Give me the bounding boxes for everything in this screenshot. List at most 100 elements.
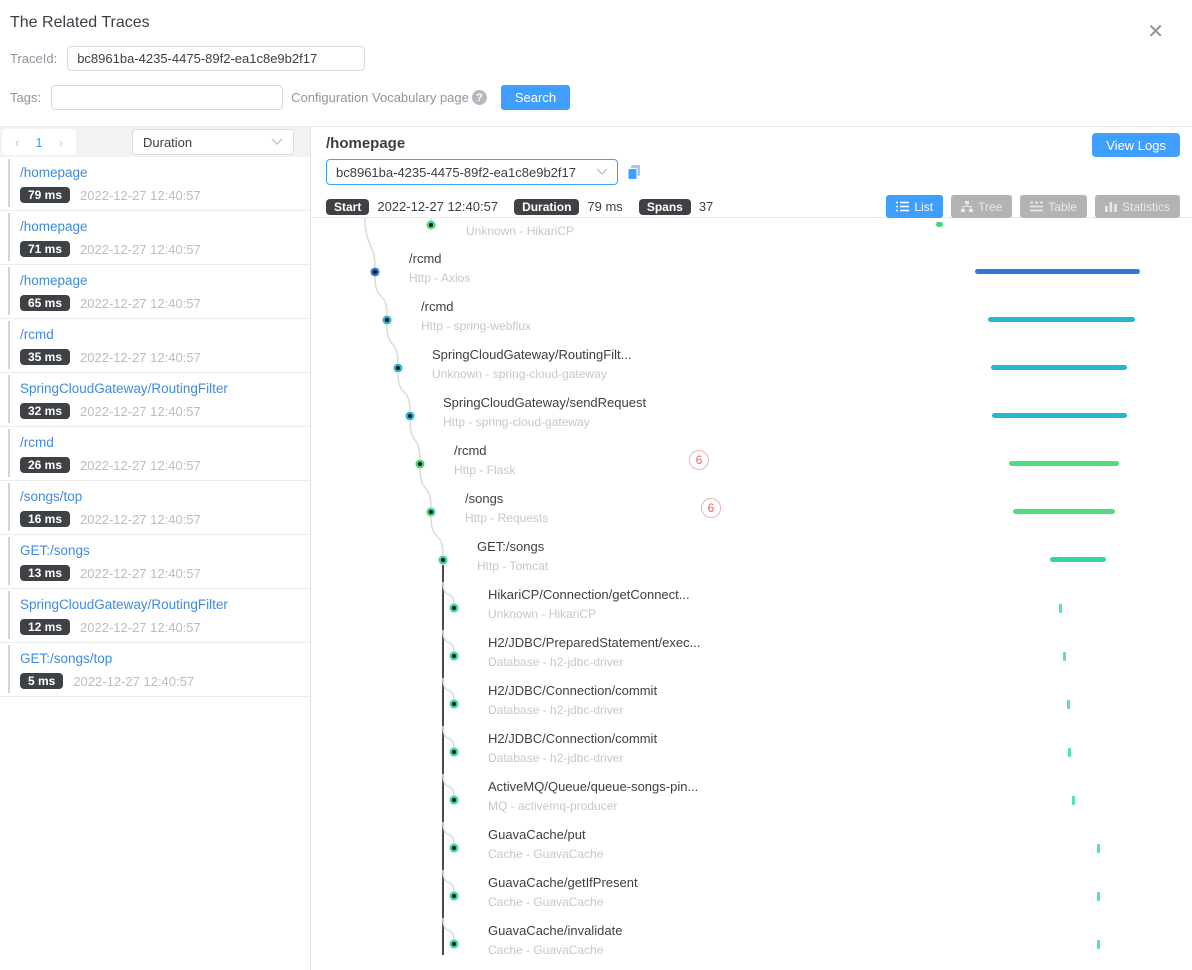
span-row[interactable]: SpringCloudGateway/sendRequestHttp - spr… bbox=[443, 395, 646, 429]
trace-sidebar: ‹ 1 › Duration /homepage 79 ms2022-12-27 … bbox=[0, 127, 311, 970]
help-icon[interactable]: ? bbox=[472, 90, 487, 105]
trace-title: /homepage bbox=[326, 135, 1180, 152]
span-dot-core bbox=[452, 606, 456, 610]
span-duration-tick bbox=[1063, 652, 1066, 661]
span-subtitle: Http - Axios bbox=[409, 271, 470, 285]
trace-link[interactable]: SpringCloudGateway/RoutingFilter bbox=[20, 381, 310, 396]
tab-tree[interactable]: Tree bbox=[951, 195, 1012, 218]
trace-meta: 65 ms2022-12-27 12:40:57 bbox=[20, 295, 310, 311]
trace-list-item[interactable]: /homepage71 ms2022-12-27 12:40:57 bbox=[0, 211, 310, 265]
span-name: /songs bbox=[465, 491, 548, 506]
trace-link[interactable]: SpringCloudGateway/RoutingFilter bbox=[20, 597, 310, 612]
trace-timestamp: 2022-12-27 12:40:57 bbox=[73, 674, 194, 689]
span-duration-bar bbox=[1050, 557, 1106, 562]
trace-meta: 12 ms2022-12-27 12:40:57 bbox=[20, 619, 310, 635]
start-value: 2022-12-27 12:40:57 bbox=[377, 199, 498, 214]
span-row[interactable]: GuavaCache/putCache - GuavaCache bbox=[488, 827, 603, 861]
tab-list[interactable]: List bbox=[886, 195, 943, 218]
spans-label: Spans bbox=[639, 199, 691, 215]
span-duration-tick bbox=[1067, 700, 1070, 709]
vocabulary-link[interactable]: Configuration Vocabulary page bbox=[291, 90, 469, 105]
span-duration-tick bbox=[1097, 892, 1100, 901]
span-row[interactable]: ActiveMQ/Queue/queue-songs-pin...MQ - ac… bbox=[488, 779, 698, 813]
trace-list-item[interactable]: /homepage 65 ms2022-12-27 12:40:57 bbox=[0, 265, 310, 319]
tab-label: Statistics bbox=[1122, 200, 1170, 214]
span-dot-core bbox=[452, 846, 456, 850]
traceid-input[interactable] bbox=[67, 46, 365, 71]
trace-meta: 26 ms2022-12-27 12:40:57 bbox=[20, 457, 310, 473]
trace-list-item[interactable]: GET:/songs13 ms2022-12-27 12:40:57 bbox=[0, 535, 310, 589]
span-name: /rcmd bbox=[409, 251, 470, 266]
trace-timestamp: 2022-12-27 12:40:57 bbox=[80, 188, 201, 203]
span-name: /rcmd bbox=[421, 299, 531, 314]
span-row[interactable]: /rcmdHttp - spring-webflux bbox=[421, 299, 531, 333]
trace-id-select[interactable]: bc8961ba-4235-4475-89f2-ea1c8e9b2f17 bbox=[326, 159, 618, 185]
span-row[interactable]: H2/JDBC/PreparedStatement/exec...Databas… bbox=[488, 635, 700, 669]
trace-link[interactable]: GET:/songs bbox=[20, 543, 310, 558]
span-row[interactable]: H2/JDBC/Connection/commitDatabase - h2-j… bbox=[488, 683, 657, 717]
page-prev-icon[interactable]: ‹ bbox=[15, 135, 19, 150]
tab-table[interactable]: Table bbox=[1020, 195, 1087, 218]
view-logs-button[interactable]: View Logs bbox=[1092, 133, 1180, 157]
search-button[interactable]: Search bbox=[501, 85, 570, 110]
span-row[interactable]: SpringCloudGateway/RoutingFilt...Unknown… bbox=[432, 347, 631, 381]
duration-badge: 32 ms bbox=[20, 403, 70, 419]
copy-icon[interactable] bbox=[626, 164, 642, 181]
trace-list-item[interactable]: /rcmd35 ms2022-12-27 12:40:57 bbox=[0, 319, 310, 373]
trace-id-select-value: bc8961ba-4235-4475-89f2-ea1c8e9b2f17 bbox=[336, 165, 576, 180]
trace-list-item[interactable]: /homepage 79 ms2022-12-27 12:40:57 bbox=[0, 157, 310, 211]
span-row[interactable]: GET:/songsHttp - Tomcat bbox=[477, 539, 548, 573]
trace-timestamp: 2022-12-27 12:40:57 bbox=[80, 566, 201, 581]
span-duration-bar bbox=[1013, 509, 1115, 514]
tags-input[interactable] bbox=[51, 85, 283, 110]
trace-meta: 79 ms2022-12-27 12:40:57 bbox=[20, 187, 310, 203]
span-row[interactable]: /songsHttp - Requests bbox=[465, 491, 548, 525]
tags-label: Tags: bbox=[10, 90, 41, 105]
page-next-icon[interactable]: › bbox=[59, 135, 63, 150]
trace-list-item[interactable]: SpringCloudGateway/RoutingFilter 32 ms202… bbox=[0, 373, 310, 427]
trace-list-item[interactable]: SpringCloudGateway/RoutingFilter 12 ms202… bbox=[0, 589, 310, 643]
span-subtitle: MQ - activemq-producer bbox=[488, 799, 698, 813]
connector-line bbox=[443, 630, 454, 652]
trace-link[interactable]: /homepage bbox=[20, 165, 310, 180]
trace-list-item[interactable]: /songs/top16 ms2022-12-27 12:40:57 bbox=[0, 481, 310, 535]
trace-list-item[interactable]: GET:/songs/top5 ms2022-12-27 12:40:57 bbox=[0, 643, 310, 697]
span-row[interactable]: GuavaCache/invalidateCache - GuavaCache bbox=[488, 923, 622, 957]
duration-badge: 26 ms bbox=[20, 457, 70, 473]
trace-meta: 32 ms2022-12-27 12:40:57 bbox=[20, 403, 310, 419]
span-dot-core bbox=[452, 942, 456, 946]
traceid-label: TraceId: bbox=[10, 51, 57, 66]
span-duration-tick bbox=[1097, 844, 1100, 853]
span-row[interactable]: /rcmdHttp - Flask bbox=[454, 443, 515, 477]
related-traces-dialog: The Related Traces ✕ TraceId: Tags: Conf… bbox=[0, 0, 1192, 970]
trace-link[interactable]: /rcmd bbox=[20, 327, 310, 342]
view-tabs: List Tree Table Statistics bbox=[886, 195, 1180, 218]
trace-select-row: bc8961ba-4235-4475-89f2-ea1c8e9b2f17 bbox=[326, 159, 1180, 185]
span-row[interactable]: Unknown - HikariCP bbox=[466, 219, 574, 238]
connector-line bbox=[443, 678, 454, 700]
list-icon bbox=[896, 201, 909, 212]
trace-timestamp: 2022-12-27 12:40:57 bbox=[80, 350, 201, 365]
span-row[interactable]: H2/JDBC/Connection/commitDatabase - h2-j… bbox=[488, 731, 657, 765]
trace-list-item[interactable]: /rcmd 26 ms2022-12-27 12:40:57 bbox=[0, 427, 310, 481]
trace-link[interactable]: /homepage bbox=[20, 273, 310, 288]
duration-badge: 16 ms bbox=[20, 511, 70, 527]
close-icon[interactable]: ✕ bbox=[1147, 22, 1164, 42]
trace-link[interactable]: GET:/songs/top bbox=[20, 651, 310, 666]
trace-link[interactable]: /homepage bbox=[20, 219, 310, 234]
trace-link[interactable]: /rcmd bbox=[20, 435, 310, 450]
span-name: GuavaCache/invalidate bbox=[488, 923, 622, 938]
span-row[interactable]: HikariCP/Connection/getConnect...Unknown… bbox=[488, 587, 690, 621]
tab-statistics[interactable]: Statistics bbox=[1095, 195, 1180, 218]
span-name: HikariCP/Connection/getConnect... bbox=[488, 587, 690, 602]
span-row[interactable]: /rcmd Http - Axios bbox=[409, 251, 470, 285]
connector-line bbox=[443, 726, 454, 748]
trace-timestamp: 2022-12-27 12:40:57 bbox=[80, 296, 201, 311]
span-subtitle: Unknown - spring-cloud-gateway bbox=[432, 367, 631, 381]
sort-select[interactable]: Duration bbox=[132, 129, 294, 155]
page-number[interactable]: 1 bbox=[35, 135, 42, 150]
span-dot-core bbox=[452, 798, 456, 802]
traceid-row: TraceId: bbox=[10, 46, 1182, 71]
span-row[interactable]: GuavaCache/getIfPresentCache - GuavaCach… bbox=[488, 875, 638, 909]
trace-link[interactable]: /songs/top bbox=[20, 489, 310, 504]
